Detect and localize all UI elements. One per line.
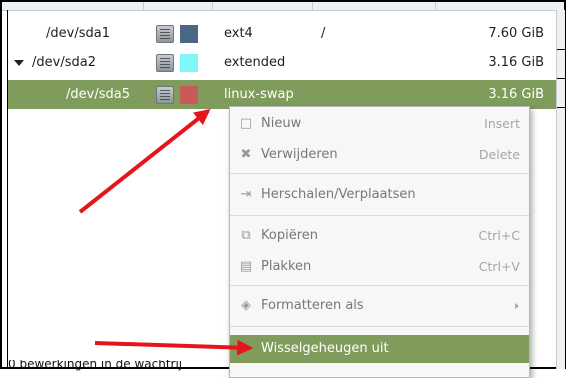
submenu-arrow-icon <box>515 303 519 309</box>
menu-item-label: Plakken <box>261 259 312 274</box>
menu-item-copy[interactable]: ⧉ Kopiëren Ctrl+C <box>230 222 529 250</box>
lock-icon <box>156 54 174 72</box>
menu-item-resize-move[interactable]: ⇥ Herschalen/Verplaatsen <box>230 181 529 209</box>
format-icon: ◈ <box>241 298 251 313</box>
partition-row[interactable]: /dev/sda1 ext4 / 7.60 GiB <box>8 19 556 48</box>
status-bar: 0 bewerkingen in de wachtrij <box>8 360 238 372</box>
resize-icon: ⇥ <box>240 187 252 202</box>
delete-icon: ✖ <box>240 147 252 162</box>
lock-icon <box>156 25 174 43</box>
menu-item-paste[interactable]: ▤ Plakken Ctrl+V <box>230 253 529 281</box>
partition-color-swatch <box>180 25 198 43</box>
menu-item-shortcut: Ctrl+V <box>478 259 520 274</box>
copy-icon: ⧉ <box>241 228 251 243</box>
partition-size: 7.60 GiB <box>488 26 544 41</box>
paste-icon: ▤ <box>239 259 253 274</box>
new-icon: □ <box>239 116 253 131</box>
partition-filesystem: extended <box>224 55 286 70</box>
vertical-scrollbar[interactable] <box>556 10 565 369</box>
expand-arrow-icon[interactable] <box>14 60 24 66</box>
menu-item-delete[interactable]: ✖ Verwijderen Delete <box>230 141 529 169</box>
partition-row[interactable]: /dev/sda2 extended 3.16 GiB <box>8 48 556 77</box>
column-header-strip <box>2 2 564 11</box>
menu-item-format-as[interactable]: ◈ Formatteren als <box>230 292 529 320</box>
menu-separator <box>230 173 529 174</box>
partition-mountpoint: / <box>321 26 326 41</box>
menu-item-label: Formatteren als <box>261 298 364 313</box>
partition-device: /dev/sda5 <box>66 87 130 102</box>
menu-item-shortcut: Delete <box>478 147 520 162</box>
menu-item-swapoff[interactable]: Wisselgeheugen uit <box>230 335 529 363</box>
partition-size: 3.16 GiB <box>488 87 544 102</box>
partition-filesystem: ext4 <box>224 26 253 41</box>
partition-color-swatch <box>180 54 198 72</box>
lock-icon <box>156 86 174 104</box>
partition-color-swatch <box>180 86 198 104</box>
menu-separator <box>230 285 529 286</box>
menu-separator <box>230 326 529 327</box>
menu-item-label: Wisselgeheugen uit <box>261 341 389 356</box>
status-text: 0 bewerkingen in de wachtrij <box>8 360 183 371</box>
partition-device: /dev/sda1 <box>46 26 110 41</box>
menu-item-shortcut: Insert <box>484 116 520 131</box>
menu-item-label: Nieuw <box>261 116 302 131</box>
menu-item-label: Kopiëren <box>261 228 318 243</box>
menu-item-new[interactable]: □ Nieuw Insert <box>230 110 529 138</box>
menu-separator <box>230 215 529 216</box>
partition-size: 3.16 GiB <box>488 55 544 70</box>
menu-item-label: Herschalen/Verplaatsen <box>261 187 416 202</box>
menu-item-shortcut: Ctrl+C <box>478 228 520 243</box>
context-menu: □ Nieuw Insert ✖ Verwijderen Delete ⇥ He… <box>229 106 530 378</box>
partition-row-selected[interactable]: /dev/sda5 linux-swap 3.16 GiB <box>8 80 556 109</box>
partition-filesystem: linux-swap <box>224 87 294 102</box>
menu-item-label: Verwijderen <box>261 147 338 162</box>
partition-device: /dev/sda2 <box>32 55 96 70</box>
